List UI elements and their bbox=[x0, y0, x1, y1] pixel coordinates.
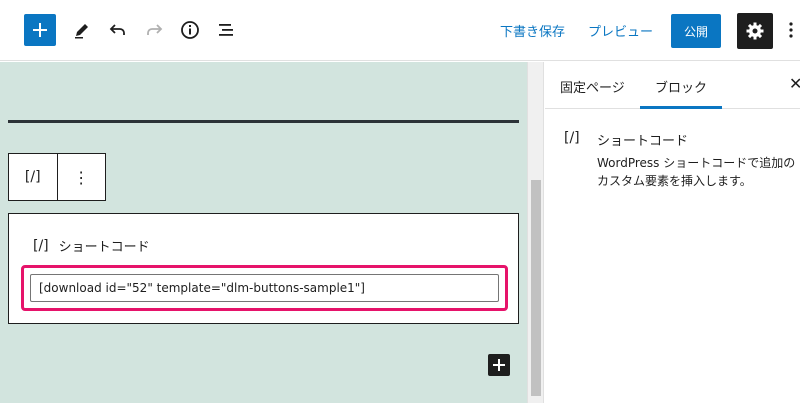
list-view-icon bbox=[219, 24, 233, 36]
block-card-description: WordPress ショートコードで追加の カスタム要素を挿入します。 bbox=[597, 154, 800, 190]
options-menu-button[interactable] bbox=[782, 14, 800, 46]
publish-button[interactable]: 公開 bbox=[671, 14, 721, 48]
plus-icon bbox=[493, 359, 505, 371]
settings-sidebar: 固定ページ ブロック ✕ [/] ショートコード WordPress ショートコ… bbox=[545, 62, 800, 403]
block-toolbar: [/] ⋮ bbox=[8, 153, 106, 201]
editor-canvas[interactable]: [/] ⋮ [/] ショートコード [download id="52" temp… bbox=[0, 62, 527, 403]
tab-page[interactable]: 固定ページ bbox=[560, 77, 625, 96]
tab-block[interactable]: ブロック bbox=[655, 77, 707, 96]
undo-icon bbox=[109, 24, 125, 35]
shortcode-input[interactable]: [download id="52" template="dlm-buttons-… bbox=[30, 274, 499, 302]
redo-icon bbox=[147, 24, 163, 35]
gear-icon bbox=[746, 22, 764, 40]
shortcode-icon: [/] bbox=[33, 237, 49, 254]
block-card-title: ショートコード bbox=[597, 134, 689, 149]
redo-button[interactable] bbox=[138, 14, 170, 46]
active-tab-indicator bbox=[640, 106, 722, 109]
shortcode-block-label: [/] ショートコード bbox=[33, 236, 150, 256]
close-icon[interactable]: ✕ bbox=[789, 74, 800, 93]
list-view-button[interactable] bbox=[210, 14, 242, 46]
details-button[interactable] bbox=[174, 14, 206, 46]
canvas-scrollbar[interactable] bbox=[527, 62, 544, 403]
info-icon bbox=[181, 21, 199, 39]
preview-button[interactable]: プレビュー bbox=[588, 21, 653, 40]
shortcode-label-text: ショートコード bbox=[58, 240, 150, 255]
undo-button[interactable] bbox=[102, 14, 134, 46]
pencil-icon bbox=[75, 24, 88, 39]
settings-button[interactable] bbox=[737, 13, 773, 49]
shortcode-icon: [/] bbox=[564, 130, 580, 146]
sidebar-tabs: 固定ページ ブロック ✕ bbox=[545, 62, 800, 109]
plus-icon bbox=[33, 23, 47, 37]
separator-block[interactable] bbox=[8, 120, 519, 123]
block-card-description-line2: カスタム要素を挿入します。 bbox=[597, 174, 752, 188]
block-card-description-line1: WordPress ショートコードで追加の bbox=[597, 156, 796, 170]
more-vertical-icon bbox=[789, 22, 793, 38]
shortcode-block[interactable]: [/] ショートコード [download id="52" template="… bbox=[8, 213, 519, 324]
save-draft-button[interactable]: 下書き保存 bbox=[500, 21, 565, 40]
editor-header: 下書き保存 プレビュー 公開 bbox=[0, 0, 800, 61]
highlight-box: [download id="52" template="dlm-buttons-… bbox=[21, 265, 508, 311]
block-inserter-button[interactable] bbox=[488, 354, 510, 376]
scrollbar-thumb[interactable] bbox=[531, 180, 541, 396]
add-block-button[interactable] bbox=[24, 14, 56, 46]
edit-tools-button[interactable] bbox=[66, 14, 98, 46]
block-type-button[interactable]: [/] bbox=[9, 154, 58, 200]
block-options-button[interactable]: ⋮ bbox=[58, 154, 106, 200]
